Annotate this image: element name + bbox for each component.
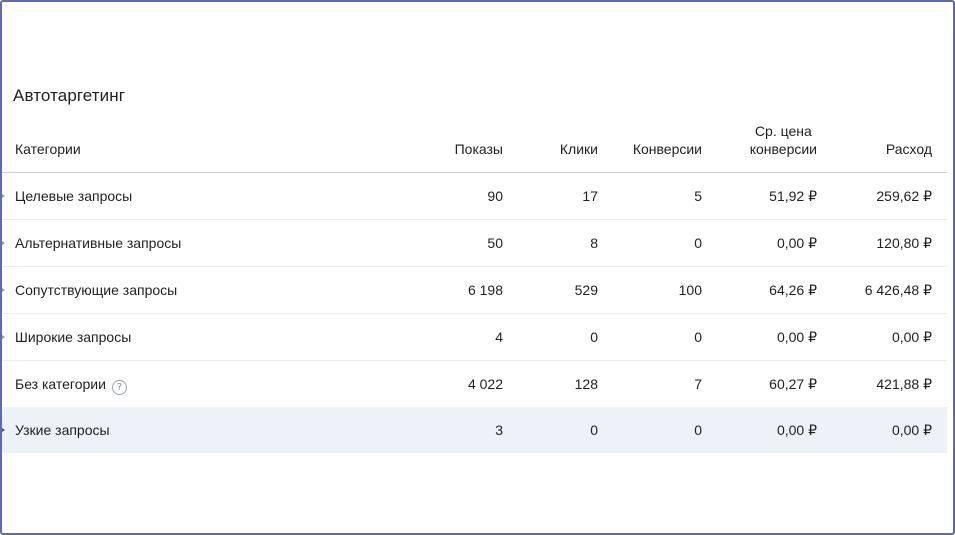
cell-category-label: Без категории	[15, 376, 106, 392]
cell-cost: 0,00 ₽	[891, 329, 932, 345]
cell-avg-price: 0,00 ₽	[776, 329, 817, 345]
question-circle-icon[interactable]: ?	[111, 380, 127, 395]
header-cost[interactable]: Расход	[886, 140, 932, 158]
cell-cost: 0,00 ₽	[891, 422, 932, 438]
table-row[interactable]: Альтернативные запросы 50 8 0 0,00 ₽ 120…	[2, 220, 947, 267]
cell-conversions: 0	[694, 329, 702, 345]
cell-avg-price: 0,00 ₽	[776, 235, 817, 251]
header-category[interactable]: Категории	[15, 140, 81, 158]
cell-cost: 259,62 ₽	[876, 188, 932, 204]
table-row[interactable]: Узкие запросы 3 0 0 0,00 ₽ 0,00 ₽	[2, 407, 947, 453]
cell-clicks: 0	[590, 422, 598, 438]
cell-category: Узкие запросы	[15, 422, 110, 438]
table-row[interactable]: Целевые запросы 90 17 5 51,92 ₽ 259,62 ₽	[2, 173, 947, 220]
header-avg-price[interactable]: Ср. цена конверсии	[750, 122, 817, 158]
cell-category: Альтернативные запросы	[15, 235, 182, 251]
report-panel: Автотаргетинг Категории Показы Клики Кон…	[0, 0, 955, 535]
cell-clicks: 529	[574, 282, 598, 298]
cell-shows: 6 198	[467, 282, 503, 298]
cell-shows: 3	[495, 422, 503, 438]
cell-cost: 6 426,48 ₽	[864, 282, 932, 298]
cell-conversions: 7	[694, 376, 702, 392]
cell-shows: 50	[487, 235, 503, 251]
cell-conversions: 0	[694, 422, 702, 438]
header-shows[interactable]: Показы	[455, 140, 503, 158]
header-clicks[interactable]: Клики	[560, 140, 598, 158]
table-row[interactable]: Сопутствующие запросы 6 198 529 100 64,2…	[2, 267, 947, 314]
cell-conversions: 5	[694, 188, 702, 204]
header-avg-price-line2: конверсии	[749, 141, 817, 157]
cell-clicks: 17	[582, 188, 598, 204]
table-row[interactable]: Широкие запросы 4 0 0 0,00 ₽ 0,00 ₽	[2, 314, 947, 361]
cell-avg-price: 64,26 ₽	[769, 282, 817, 298]
table-row[interactable]: Без категории? 4 022 128 7 60,27 ₽ 421,8…	[2, 361, 947, 407]
cell-category: Без категории?	[15, 375, 127, 395]
cell-cost: 120,80 ₽	[876, 235, 932, 251]
triangle-right-icon	[2, 428, 5, 432]
cell-conversions: 100	[678, 282, 702, 298]
triangle-right-icon	[2, 241, 5, 245]
cell-avg-price: 51,92 ₽	[769, 188, 817, 204]
cell-category: Сопутствующие запросы	[15, 282, 178, 298]
cell-shows: 4	[495, 329, 503, 345]
table-header: Категории Показы Клики Конверсии Ср. цен…	[2, 117, 947, 173]
cell-shows: 90	[487, 188, 503, 204]
cell-avg-price: 0,00 ₽	[776, 422, 817, 438]
cell-cost: 421,88 ₽	[876, 376, 932, 392]
cell-clicks: 0	[590, 329, 598, 345]
section-title: Автотаргетинг	[13, 86, 126, 105]
cell-avg-price: 60,27 ₽	[769, 376, 817, 392]
triangle-right-icon	[2, 288, 5, 292]
autotargeting-table: Категории Показы Клики Конверсии Ср. цен…	[2, 117, 947, 453]
triangle-right-icon	[2, 194, 5, 198]
cell-clicks: 128	[574, 376, 598, 392]
cell-shows: 4 022	[467, 376, 503, 392]
triangle-right-icon	[2, 335, 5, 339]
cell-category: Целевые запросы	[15, 188, 133, 204]
header-avg-price-line1: Ср. цена	[754, 123, 812, 139]
cell-clicks: 8	[590, 235, 598, 251]
cell-category: Широкие запросы	[15, 329, 132, 345]
cell-conversions: 0	[694, 235, 702, 251]
header-conversions[interactable]: Конверсии	[633, 140, 702, 158]
